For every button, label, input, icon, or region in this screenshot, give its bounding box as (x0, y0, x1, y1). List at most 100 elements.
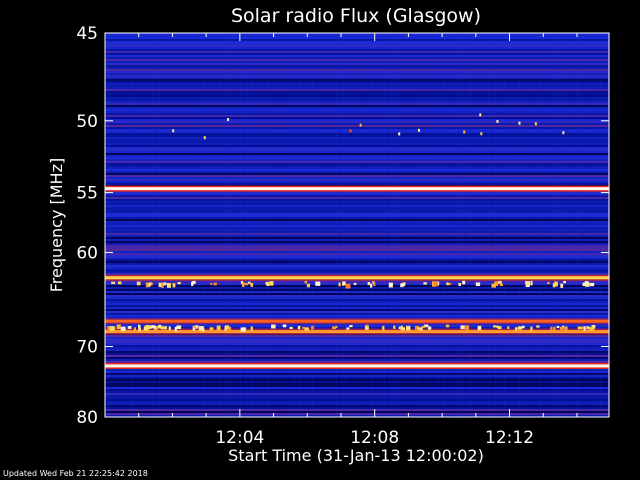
spectrogram-row (105, 411, 609, 413)
band-speckle (106, 325, 110, 331)
y-tick-label: 45 (76, 24, 98, 44)
band-speckle (583, 326, 586, 331)
spectrogram-row (105, 239, 609, 241)
spectrogram-row (105, 259, 609, 261)
spectrogram-row (105, 271, 609, 273)
spectrogram-row (105, 313, 609, 315)
spectrogram-column (504, 33, 505, 417)
spectrogram-column (390, 33, 391, 417)
spectrogram-row (105, 305, 609, 307)
spectrogram-row (105, 85, 609, 87)
spectrogram-column (519, 33, 520, 417)
spectrogram-row (105, 101, 609, 103)
spectrogram-row (105, 389, 609, 391)
spectrogram-column (429, 33, 430, 417)
spectrogram-row (105, 175, 609, 177)
spectrogram-row (105, 401, 609, 403)
spectrogram-row (105, 407, 609, 409)
band-peak (105, 188, 609, 190)
spectrogram-row (105, 353, 609, 355)
spectrogram-row (105, 39, 609, 41)
spectrogram-row (105, 61, 609, 63)
spectrogram-row (105, 301, 609, 303)
band-speckle (177, 282, 181, 285)
spectrogram-row (105, 131, 609, 133)
spectrogram-row (105, 393, 609, 395)
signal-speck (172, 129, 175, 133)
spectrogram-row (105, 261, 609, 263)
spectrogram-row (105, 141, 609, 143)
spectrogram-row (105, 311, 609, 313)
spectrogram-column (240, 33, 241, 417)
spectrogram-column (495, 33, 496, 417)
signal-speck (359, 123, 362, 127)
spectrogram-row (105, 65, 609, 67)
band-speckle (145, 282, 149, 288)
spectrogram-row (105, 197, 609, 199)
spectrogram-column (336, 33, 337, 417)
band-speckle (166, 283, 171, 288)
spectrogram-column (132, 33, 133, 417)
band-speckle (536, 325, 540, 328)
spectrogram-row (105, 67, 609, 69)
band-speckle (522, 325, 525, 329)
spectrogram-row (105, 117, 609, 119)
spectrogram-row (105, 103, 609, 105)
band-speckle (365, 324, 369, 327)
spectrogram-column (552, 33, 553, 417)
spectrogram-row (105, 159, 609, 161)
spectrogram-row (105, 79, 609, 81)
band-speckle (423, 282, 427, 285)
spectrogram-row (105, 227, 609, 229)
band-speckle (405, 325, 411, 331)
spectrogram-row (105, 151, 609, 153)
band-speckle (242, 282, 245, 287)
spectrogram-row (105, 219, 609, 221)
spectrogram-row (105, 163, 609, 165)
spectrogram-row (105, 133, 609, 135)
spectrogram-row (105, 347, 609, 349)
spectrogram-row (105, 397, 609, 399)
spectrogram-row (105, 215, 609, 217)
spectrogram-row (105, 405, 609, 407)
band-speckle (493, 325, 496, 328)
spectrogram-row (105, 229, 609, 231)
band-speckle (250, 283, 254, 287)
x-axis-label: Start Time (31-Jan-13 12:00:02) (228, 446, 484, 465)
band-speckle (117, 281, 122, 285)
spectrogram-row (105, 269, 609, 271)
band-speckle (271, 324, 276, 329)
spectrogram-row (105, 99, 609, 101)
spectrogram-row (105, 243, 609, 245)
spectrogram-row (105, 115, 609, 117)
spectrogram-row (105, 267, 609, 269)
y-tick-label: 60 (76, 243, 98, 263)
spectrogram-column (300, 33, 301, 417)
spectrogram-row (105, 383, 609, 385)
band-speckle (310, 325, 315, 330)
band-speckle (401, 283, 405, 287)
spectrogram-row (105, 137, 609, 139)
spectrogram-row (105, 315, 609, 317)
spectrogram-column (237, 33, 238, 417)
spectrogram-row (105, 199, 609, 201)
spectrogram-column (312, 33, 313, 417)
band-speckle (349, 325, 353, 328)
spectrogram-column (459, 33, 460, 417)
band-speckle (400, 325, 404, 330)
band-speckle (168, 326, 171, 331)
band-speckle (133, 327, 136, 331)
spectrogram-row (105, 113, 609, 115)
spectrogram-row (105, 97, 609, 99)
band-speckle (331, 326, 336, 330)
spectrogram-row (105, 289, 609, 291)
band-speckle (244, 282, 249, 286)
spectrogram-column (354, 33, 355, 417)
spectrogram-column (393, 33, 394, 417)
signal-speck (562, 131, 565, 135)
spectrogram-row (105, 207, 609, 209)
spectrogram-column (468, 33, 469, 417)
band-core (105, 330, 609, 334)
spectrogram-column (444, 33, 445, 417)
band-speckle (586, 326, 590, 330)
